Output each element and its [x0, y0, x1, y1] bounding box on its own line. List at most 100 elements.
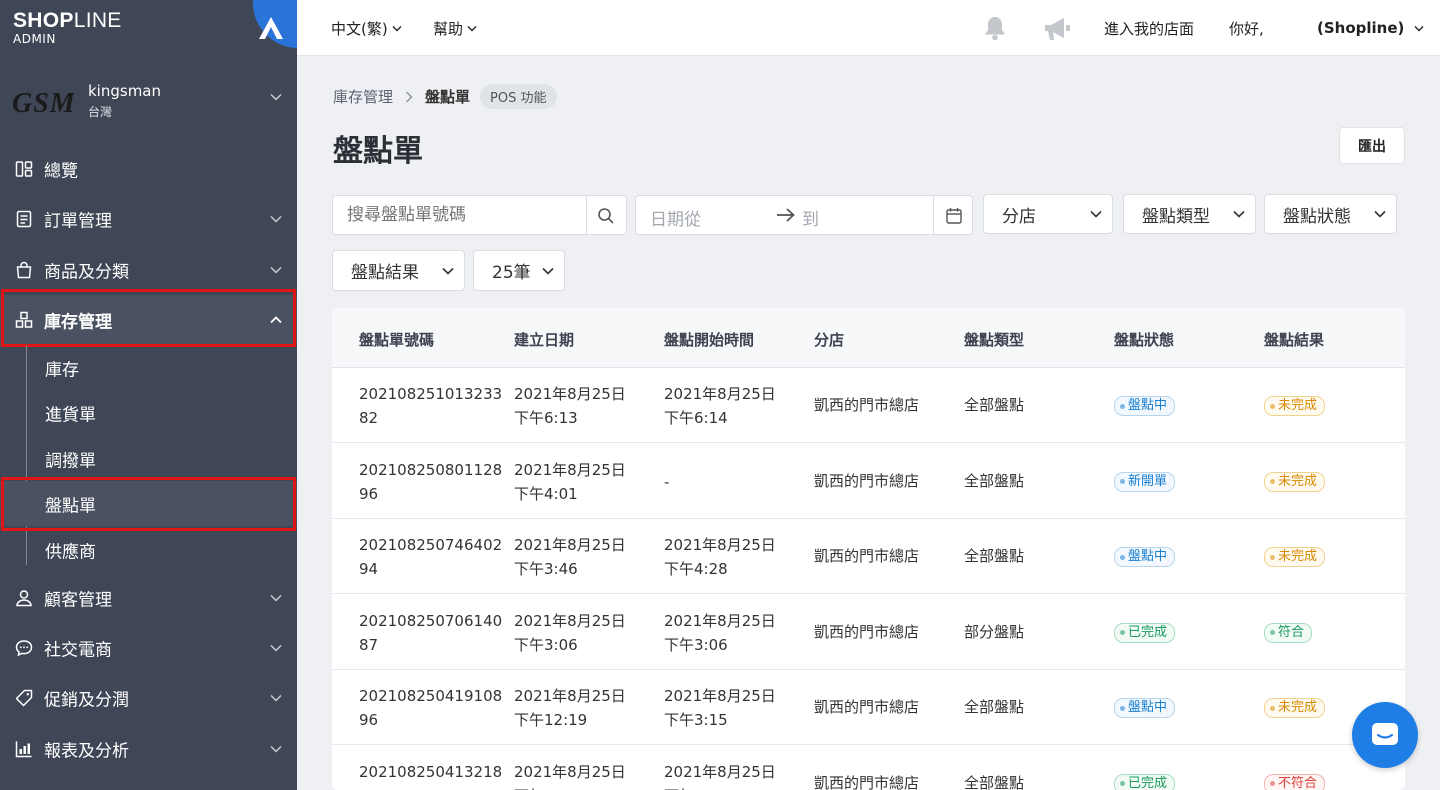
sidebar-item-reports[interactable]: 報表及分析: [0, 724, 297, 774]
table-row[interactable]: 202108250801128 96 2021年8月25日 下午4:01 - 凱西的門市總…: [332, 444, 1405, 519]
bell-icon[interactable]: [982, 15, 1008, 42]
sidebar-item-label: 報表及分析: [44, 741, 129, 762]
sidebar-subitem-purchase-orders[interactable]: 進貨單: [0, 390, 297, 435]
chevron-down-icon: [467, 25, 477, 31]
start-time-day: 2021年8月25日: [664, 385, 776, 403]
created-date-day: 2021年8月25日: [514, 385, 626, 403]
date-range-field[interactable]: 日期從 到: [635, 195, 973, 235]
sidebar-item-products[interactable]: 商品及分類: [0, 245, 297, 295]
per-page-select[interactable]: 25筆: [473, 250, 565, 291]
enter-my-store-link[interactable]: 進入我的店面: [1104, 0, 1194, 56]
order-icon: [16, 210, 32, 228]
megaphone-icon[interactable]: [1042, 16, 1072, 42]
start-time: 2021年8月25日 下午3:06: [664, 609, 776, 657]
store-region: 台灣: [88, 105, 113, 119]
table-header: 盤點單號碼 建立日期 盤點開始時間 分店 盤點類型 盤點狀態 盤點結果: [332, 308, 1405, 368]
stocktake-result-select[interactable]: 盤點結果: [332, 250, 465, 291]
table-row[interactable]: 202108251013233 82 2021年8月25日 下午6:13 2021年8月…: [332, 368, 1405, 443]
status-badge: 已完成: [1114, 773, 1176, 790]
chevron-down-icon: [1233, 210, 1245, 218]
sidebar-item-orders[interactable]: 訂單管理: [0, 194, 297, 244]
status-badge: 盤點中: [1114, 547, 1176, 567]
chevron-down-icon: [270, 215, 282, 223]
page-title: 盤點單: [333, 134, 423, 169]
sidebar-subitem-label: 供應商: [45, 542, 96, 562]
search-input[interactable]: [333, 196, 586, 234]
greeting-label: 你好,: [1229, 19, 1264, 38]
status-label: 新開單: [1128, 473, 1168, 489]
stocktake-id[interactable]: 202108250801128 96: [359, 458, 502, 506]
user-menu[interactable]: (Shopline): [1317, 0, 1424, 56]
search-icon[interactable]: [597, 207, 615, 225]
stocktake-id-line1: 202108250801128: [359, 460, 503, 479]
user-icon: [16, 590, 32, 607]
table-row[interactable]: 202108250413218692021年8月25日下午12:132021年8…: [332, 746, 1405, 790]
start-time: 2021年8月25日下午12:13: [664, 760, 776, 790]
created-date-time: 下午6:13: [514, 409, 578, 427]
sidebar-item-promotions[interactable]: 促銷及分潤: [0, 673, 297, 723]
stocktake-type-select[interactable]: 盤點類型: [1123, 194, 1256, 234]
store-name: kingsman: [88, 82, 162, 100]
chat-support-button[interactable]: [1352, 702, 1418, 768]
sidebar-subitem-stock[interactable]: 庫存: [0, 345, 297, 390]
result-label: 未完成: [1278, 473, 1318, 489]
branch-cell: 凱西的門市總店: [814, 698, 920, 716]
app-logo-icon[interactable]: [258, 16, 284, 40]
stocktake-id[interactable]: 202108250419108 96: [359, 684, 502, 732]
sidebar: SHOPLINE ADMIN GSM kingsman 台灣 總覽 訂單管理 商…: [0, 0, 297, 790]
sidebar-subitem-label: 盤點單: [45, 496, 96, 516]
start-time-time: 下午12:13: [664, 784, 776, 790]
table-row[interactable]: 202108250746402 94 2021年8月25日 下午3:46 2021年8月…: [332, 519, 1405, 594]
sidebar-item-label: 社交電商: [44, 640, 112, 661]
sidebar-item-label: 促銷及分潤: [44, 690, 129, 711]
sidebar-item-inventory[interactable]: 庫存管理: [0, 295, 297, 345]
created-date: 2021年8月25日 下午3:06: [514, 609, 626, 657]
start-time-time: 下午6:14: [664, 409, 728, 427]
chevron-down-icon: [270, 694, 282, 702]
chevron-down-icon: [1374, 210, 1386, 218]
calendar-icon[interactable]: [946, 207, 962, 224]
sidebar-subitem-label: 調撥單: [45, 451, 96, 471]
stocktake-type-label: 盤點類型: [1142, 206, 1210, 227]
stocktake-id[interactable]: 202108250746402 94: [359, 533, 502, 581]
shopline-logo[interactable]: SHOPLINE ADMIN: [13, 10, 122, 46]
chevron-down-icon: [270, 745, 282, 753]
chevron-down-icon: [542, 267, 554, 275]
branch-select[interactable]: 分店: [983, 194, 1113, 234]
help-menu[interactable]: 幫助: [433, 0, 477, 56]
language-selector[interactable]: 中文(繁): [331, 0, 402, 56]
arrow-right-icon: [777, 208, 795, 222]
sidebar-item-customers[interactable]: 顧客管理: [0, 573, 297, 623]
start-time-day: -: [664, 472, 670, 491]
result-badge: 未完成: [1264, 547, 1326, 567]
breadcrumb-parent[interactable]: 庫存管理: [333, 86, 393, 107]
sidebar-item-overview[interactable]: 總覽: [0, 144, 297, 194]
stocktake-id[interactable]: 202108250706140 87: [359, 609, 502, 657]
status-dot: [1120, 554, 1125, 560]
result-badge: 不符合: [1264, 773, 1326, 790]
store-switcher[interactable]: GSM kingsman 台灣: [0, 80, 297, 130]
start-time-day: 2021年8月25日: [664, 611, 776, 630]
chat-icon: [1372, 723, 1398, 745]
table-row[interactable]: 202108250706140 87 2021年8月25日 下午3:06 2021年8月…: [332, 595, 1405, 670]
chevron-down-icon: [270, 594, 282, 602]
enter-store-label: 進入我的店面: [1104, 19, 1195, 38]
sidebar-subitem-suppliers[interactable]: 供應商: [0, 527, 297, 572]
result-dot: [1270, 554, 1275, 560]
export-button[interactable]: 匯出: [1339, 127, 1405, 164]
sidebar-subitem-transfers[interactable]: 調撥單: [0, 436, 297, 481]
stocktake-type-cell: 全部盤點: [964, 547, 1025, 565]
created-date-time: 下午12:19: [514, 711, 588, 729]
start-time-day: 2021年8月25日: [664, 536, 776, 554]
sidebar-item-social-commerce[interactable]: 社交電商: [0, 623, 297, 673]
main-content: 庫存管理 盤點單 POS 功能 盤點單 匯出 日期從 到 分店 盤點類型 盤點狀…: [297, 56, 1440, 790]
sidebar-subitem-stocktake[interactable]: 盤點單: [0, 481, 297, 526]
branch-select-label: 分店: [1002, 206, 1036, 227]
stocktake-id[interactable]: 202108250413218 69: [359, 760, 502, 790]
stocktake-id[interactable]: 202108251013233 82: [359, 382, 502, 430]
inventory-icon: [15, 311, 33, 328]
stocktake-result-label: 盤點結果: [351, 263, 419, 283]
created-date: 2021年8月25日 下午4:01: [514, 458, 626, 506]
table-row[interactable]: 202108250419108 96 2021年8月25日 下午12:19 2021年8…: [332, 670, 1405, 745]
stocktake-status-select[interactable]: 盤點狀態: [1264, 194, 1397, 234]
